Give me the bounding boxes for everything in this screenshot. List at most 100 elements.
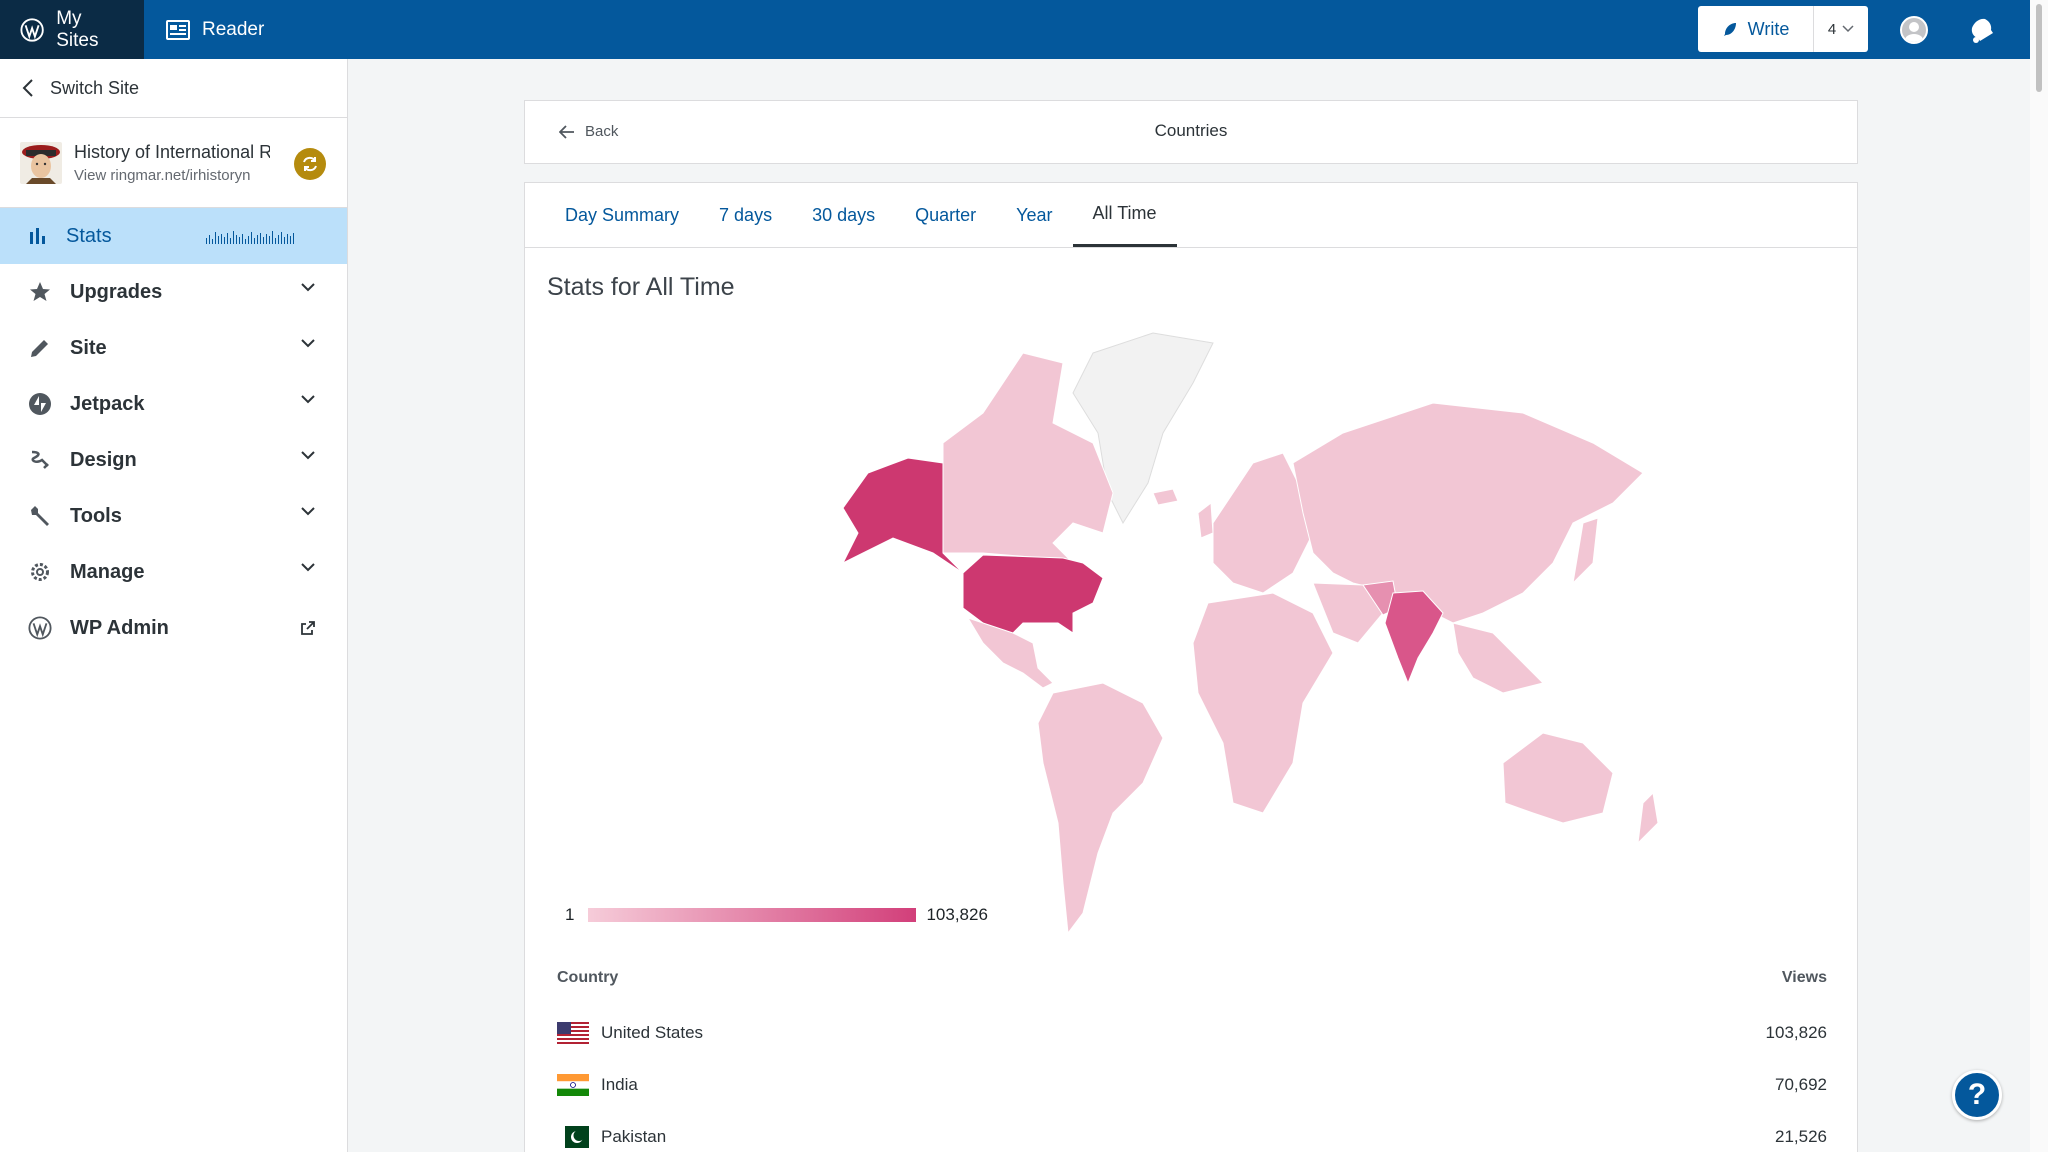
site-avatar — [20, 141, 62, 184]
wordpress-icon — [20, 17, 44, 42]
chevron-left-icon — [22, 79, 33, 97]
countries-header: Back Countries — [524, 100, 1858, 164]
draft-count: 4 — [1827, 20, 1837, 38]
country-name: United States — [601, 1023, 704, 1042]
sync-icon — [303, 156, 317, 172]
stats-card: Day Summary 7 days 30 days Quarter Year … — [524, 182, 1858, 1152]
map-india[interactable] — [1384, 590, 1444, 685]
sparkline-bar — [212, 239, 213, 244]
sidebar-item-design[interactable]: Design — [0, 432, 347, 488]
reader-button[interactable]: Reader — [144, 0, 284, 59]
sparkline-bar — [209, 235, 210, 244]
country-views: 21,526 — [1775, 1127, 1827, 1146]
sparkline-bar — [221, 234, 222, 244]
sparkline-bar — [260, 233, 261, 244]
sparkline-bar — [275, 238, 276, 244]
sidebar: Switch Site History of International Rel… — [0, 59, 348, 1152]
sparkline-bar — [245, 239, 246, 244]
tab-day-summary[interactable]: Day Summary — [545, 183, 699, 247]
person-icon — [1905, 22, 1923, 42]
sparkline-bar — [242, 234, 243, 244]
feather-icon — [1723, 23, 1736, 36]
sidebar-item-wp-admin[interactable]: WP Admin — [0, 600, 347, 656]
stats-heading: Stats for All Time — [547, 273, 735, 301]
tab-all-time[interactable]: All Time — [1072, 183, 1177, 247]
sparkline-bar — [272, 231, 273, 244]
sparkline-bar — [224, 237, 225, 244]
world-map — [841, 332, 1659, 935]
table-row[interactable]: Pakistan 21,526 — [557, 1117, 1827, 1152]
period-tabs: Day Summary 7 days 30 days Quarter Year … — [525, 183, 1857, 248]
sparkline-bar — [284, 237, 285, 244]
legend-max: 103,826 — [926, 905, 988, 924]
column-country: Country — [557, 969, 619, 986]
sparkline-bar — [257, 235, 258, 244]
current-site[interactable]: History of International Relations View … — [0, 118, 347, 208]
map-japan[interactable] — [1572, 517, 1599, 585]
map-united-kingdom[interactable] — [1197, 502, 1214, 539]
chevron-down-icon — [301, 563, 315, 572]
table-row[interactable]: United States 103,826 — [557, 1013, 1827, 1053]
table-row[interactable]: India 70,692 — [557, 1065, 1827, 1105]
write-button[interactable]: Write — [1698, 6, 1814, 52]
sparkline-bar — [266, 234, 267, 244]
notifications-button[interactable] — [1968, 16, 1996, 44]
tab-year[interactable]: Year — [996, 183, 1072, 247]
site-sync-button[interactable] — [294, 148, 326, 180]
reader-icon — [166, 19, 190, 40]
page-scrollbar[interactable] — [2030, 0, 2048, 1152]
sidebar-item-jetpack[interactable]: Jetpack — [0, 376, 347, 432]
sparkline-bar — [206, 238, 207, 244]
write-label: Write — [1747, 18, 1790, 39]
sparkline-bar — [248, 236, 249, 244]
sidebar-item-tools[interactable]: Tools — [0, 488, 347, 544]
country-name: India — [601, 1075, 638, 1094]
sparkline-bar — [263, 237, 264, 244]
chevron-down-icon — [301, 507, 315, 516]
stats-sparkline — [206, 230, 294, 244]
map-africa[interactable] — [1192, 592, 1334, 814]
external-link-icon — [301, 621, 315, 635]
sparkline-bar — [239, 237, 240, 244]
sparkline-bar — [251, 232, 252, 244]
write-group: Write 4 — [1698, 6, 1868, 52]
page-title: Countries — [1154, 121, 1228, 140]
sparkline-bar — [233, 231, 234, 244]
tab-7-days[interactable]: 7 days — [699, 183, 792, 247]
country-name: Pakistan — [601, 1127, 667, 1146]
wordpress-icon — [28, 616, 52, 640]
user-avatar[interactable] — [1900, 16, 1928, 44]
map-southeast-asia[interactable] — [1452, 622, 1544, 694]
switch-site-button[interactable]: Switch Site — [0, 59, 347, 118]
sparkline-bar — [269, 236, 270, 244]
bell-icon — [1971, 18, 1993, 43]
sidebar-item-site[interactable]: Site — [0, 320, 347, 376]
sparkline-bar — [287, 234, 288, 244]
tab-quarter[interactable]: Quarter — [895, 183, 996, 247]
sidebar-item-manage[interactable]: Manage — [0, 544, 347, 600]
sparkline-bar — [218, 236, 219, 244]
map-australia[interactable] — [1502, 732, 1614, 824]
sidebar-item-stats[interactable]: Stats — [0, 208, 347, 264]
legend-gradient — [588, 908, 917, 922]
country-views: 70,692 — [1775, 1075, 1827, 1094]
map-legend: 1 103,826 — [565, 905, 988, 925]
tab-30-days[interactable]: 30 days — [792, 183, 895, 247]
map-south-america[interactable] — [1037, 682, 1164, 935]
question-mark-icon: ? — [1967, 1078, 1987, 1111]
scrollbar-thumb[interactable] — [2036, 4, 2042, 92]
sidebar-item-upgrades[interactable]: Upgrades — [0, 264, 347, 320]
sparkline-bar — [278, 235, 279, 244]
map-iceland[interactable] — [1152, 488, 1179, 506]
switch-site-label: Switch Site — [50, 77, 140, 98]
legend-min: 1 — [565, 905, 575, 924]
gear-icon — [31, 563, 49, 581]
drafts-dropdown[interactable]: 4 — [1814, 6, 1868, 52]
my-sites-button[interactable]: My Sites — [0, 0, 144, 59]
map-new-zealand[interactable] — [1637, 791, 1659, 845]
site-title: History of International Relations — [74, 141, 270, 162]
chevron-down-icon — [301, 283, 315, 292]
help-button[interactable]: ? — [1952, 1070, 2002, 1120]
sparkline-bar — [215, 232, 216, 244]
site-url: View ringmar.net/irhistoryn — [74, 166, 251, 184]
